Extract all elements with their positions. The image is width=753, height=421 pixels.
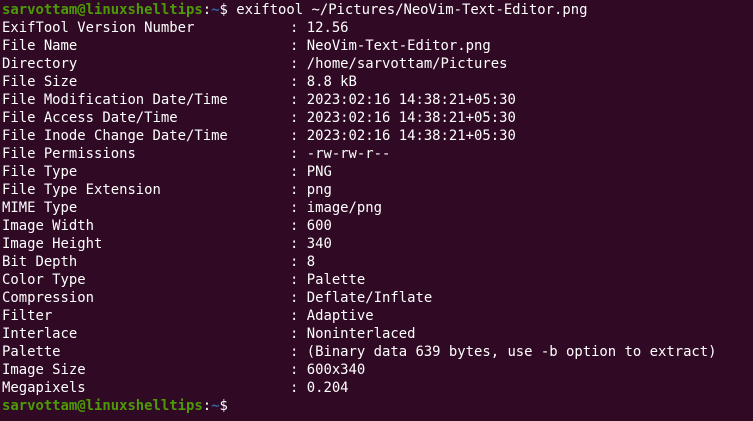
tag-value: 8	[306, 254, 316, 270]
tag-value: PNG	[306, 164, 332, 180]
tag-value: 2023:02:16 14:38:21+05:30	[306, 110, 516, 126]
exiftool-output: ExifTool Version Number: 12.56 File Name:…	[2, 19, 753, 397]
tag-value: (Binary data 639 bytes, use -b option to…	[306, 344, 717, 360]
tag-value: NeoVim-Text-Editor.png	[306, 38, 491, 54]
output-row: File Modification Date/Time: 2023:02:16 …	[2, 91, 753, 109]
tag-separator: :	[290, 110, 307, 126]
tag-name: Image Height	[2, 236, 103, 252]
tag-value: -rw-rw-r--	[306, 146, 391, 162]
tag-name: File Name	[2, 38, 78, 54]
tag-separator: :	[290, 38, 307, 54]
terminal-window[interactable]: sarvottam@linuxshelltips:~$ exiftool ~/P…	[0, 0, 753, 421]
tag-value: 600	[306, 218, 332, 234]
tag-separator: :	[290, 254, 307, 270]
tag-name: File Type	[2, 164, 78, 180]
tag-value: 2023:02:16 14:38:21+05:30	[306, 128, 516, 144]
output-row: File Name: NeoVim-Text-Editor.png	[2, 37, 753, 55]
tag-value: 0.204	[306, 380, 349, 396]
tag-name: Color Type	[2, 272, 86, 288]
tag-separator: :	[290, 380, 307, 396]
output-row: File Type: PNG	[2, 163, 753, 181]
tag-separator: :	[290, 92, 307, 108]
tag-value: 8.8 kB	[306, 74, 357, 90]
output-row: Filter: Adaptive	[2, 307, 753, 325]
output-row: Bit Depth: 8	[2, 253, 753, 271]
output-row: Interlace: Noninterlaced	[2, 325, 753, 343]
tag-name: ExifTool Version Number	[2, 20, 195, 36]
output-row: Palette: (Binary data 639 bytes, use -b …	[2, 343, 753, 361]
tag-separator: :	[290, 218, 307, 234]
command-prompt-line: sarvottam@linuxshelltips:~$ exiftool ~/P…	[2, 1, 753, 19]
tag-separator: :	[290, 56, 307, 72]
output-row: Image Width: 600	[2, 217, 753, 235]
output-row: File Access Date/Time: 2023:02:16 14:38:…	[2, 109, 753, 127]
tag-value: 2023:02:16 14:38:21+05:30	[306, 92, 516, 108]
prompt-symbol: $	[219, 2, 237, 18]
tag-value: png	[306, 182, 332, 198]
tag-value: /home/sarvottam/Pictures	[306, 56, 508, 72]
tag-name: Image Size	[2, 362, 86, 378]
tag-name: Megapixels	[2, 380, 86, 396]
tag-separator: :	[290, 200, 307, 216]
output-row: Directory: /home/sarvottam/Pictures	[2, 55, 753, 73]
tag-value: 600x340	[306, 362, 366, 378]
output-row: File Permissions: -rw-rw-r--	[2, 145, 753, 163]
tag-separator: :	[290, 362, 307, 378]
tag-name: Directory	[2, 56, 78, 72]
tag-value: 12.56	[306, 20, 349, 36]
tag-name: Image Width	[2, 218, 94, 234]
tag-separator: :	[290, 308, 307, 324]
output-row: Image Size: 600x340	[2, 361, 753, 379]
tag-separator: :	[290, 164, 307, 180]
tag-separator: :	[290, 272, 307, 288]
prompt-colon: :	[202, 398, 212, 414]
output-row: File Size: 8.8 kB	[2, 73, 753, 91]
tag-name: File Access Date/Time	[2, 110, 178, 126]
tag-value: Adaptive	[306, 308, 374, 324]
tag-value: 340	[306, 236, 332, 252]
tag-name: MIME Type	[2, 200, 78, 216]
output-row: ExifTool Version Number: 12.56	[2, 19, 753, 37]
active-prompt-line[interactable]: sarvottam@linuxshelltips:~$	[2, 397, 753, 415]
prompt-user-host: sarvottam@linuxshelltips	[2, 2, 203, 18]
output-row: MIME Type: image/png	[2, 199, 753, 217]
tag-name: Interlace	[2, 326, 78, 342]
tag-separator: :	[290, 236, 307, 252]
output-row: Megapixels: 0.204	[2, 379, 753, 397]
output-row: File Inode Change Date/Time: 2023:02:16 …	[2, 127, 753, 145]
tag-name: Filter	[2, 308, 53, 324]
prompt-colon: :	[202, 2, 212, 18]
output-row: Color Type: Palette	[2, 271, 753, 289]
tag-separator: :	[290, 128, 307, 144]
tag-value: image/png	[306, 200, 383, 216]
tag-name: File Modification Date/Time	[2, 92, 228, 108]
terminal-cursor	[236, 398, 244, 412]
tag-separator: :	[290, 20, 307, 36]
tag-name: File Inode Change Date/Time	[2, 128, 228, 144]
tag-separator: :	[290, 74, 307, 90]
tag-separator: :	[290, 290, 307, 306]
tag-name: Palette	[2, 344, 61, 360]
command-text: exiftool ~/Pictures/NeoVim-Text-Editor.p…	[236, 2, 588, 18]
tag-name: File Type Extension	[2, 182, 161, 198]
tag-value: Palette	[306, 272, 366, 288]
output-row: File Type Extension: png	[2, 181, 753, 199]
tag-separator: :	[290, 146, 307, 162]
tag-separator: :	[290, 182, 307, 198]
tag-name: File Size	[2, 74, 78, 90]
output-row: Image Height: 340	[2, 235, 753, 253]
prompt-symbol: $	[219, 398, 237, 414]
tag-name: File Permissions	[2, 146, 136, 162]
tag-separator: :	[290, 326, 307, 342]
tag-value: Noninterlaced	[306, 326, 416, 342]
tag-separator: :	[290, 344, 307, 360]
output-row: Compression: Deflate/Inflate	[2, 289, 753, 307]
tag-name: Bit Depth	[2, 254, 78, 270]
tag-name: Compression	[2, 290, 94, 306]
tag-value: Deflate/Inflate	[306, 290, 433, 306]
prompt-user-host: sarvottam@linuxshelltips	[2, 398, 203, 414]
